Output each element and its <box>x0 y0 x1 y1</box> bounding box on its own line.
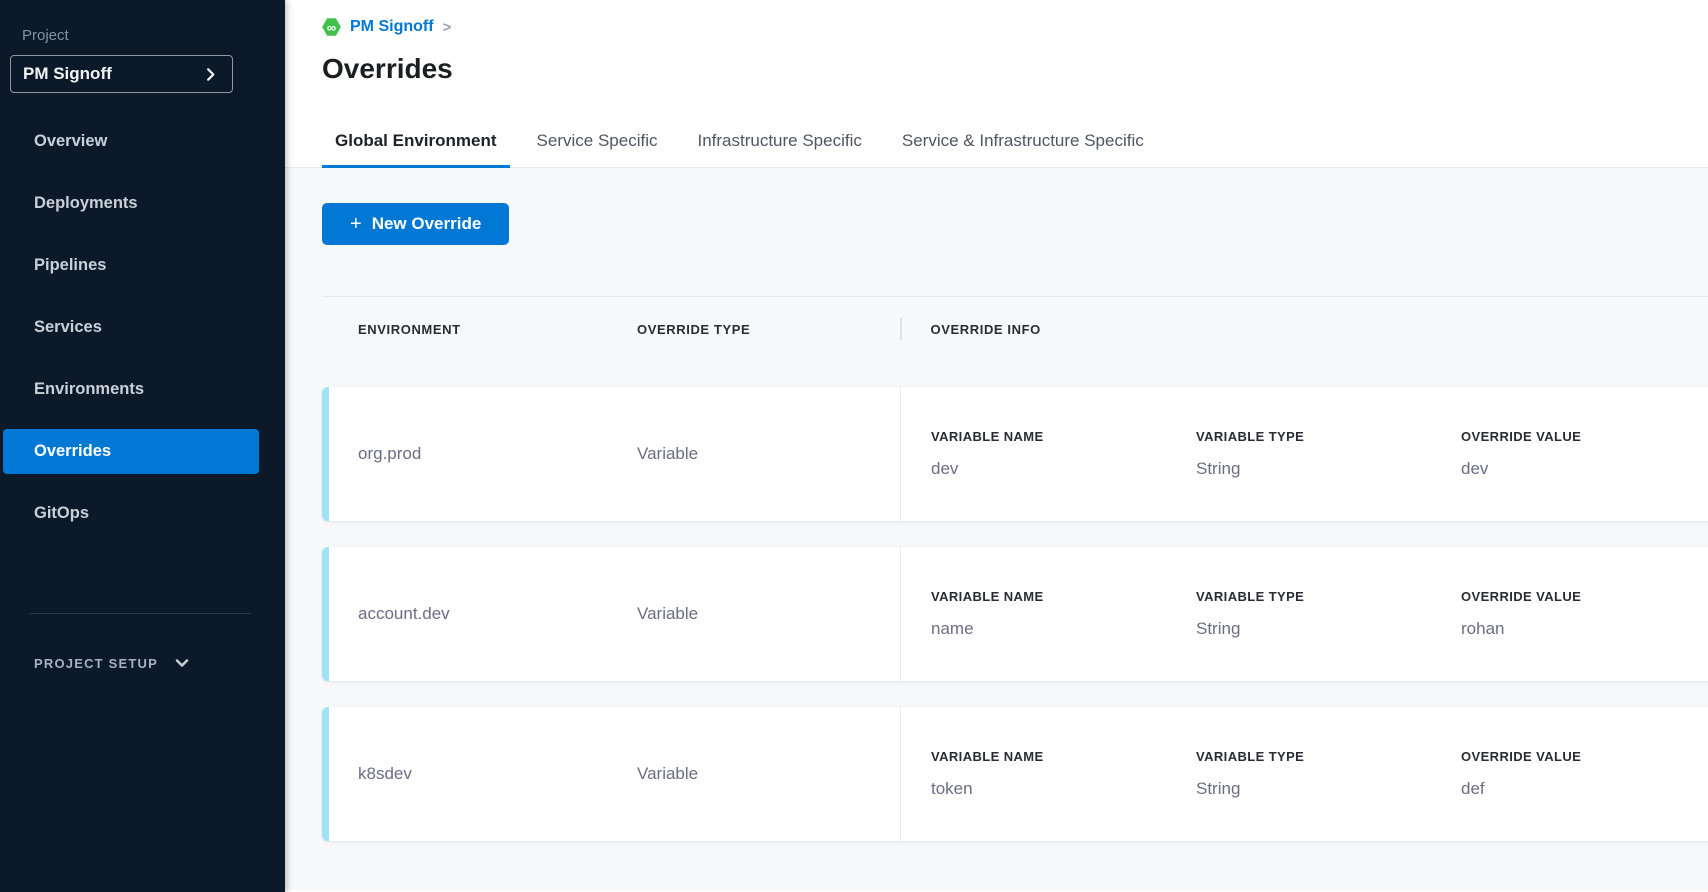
breadcrumb-separator: > <box>443 19 452 36</box>
project-setup-label: PROJECT SETUP <box>34 656 158 671</box>
variable-name-pair: VARIABLE NAME token <box>931 749 1196 799</box>
variable-name-pair: VARIABLE NAME name <box>931 589 1196 639</box>
sidebar-item-gitops[interactable]: GitOps <box>3 491 259 536</box>
row-environment: account.dev <box>358 547 637 681</box>
sidebar-item-overview[interactable]: Overview <box>3 119 259 164</box>
page-title: Overrides <box>322 51 1708 87</box>
overrides-row-list: org.prod Variable VARIABLE NAME dev VARI… <box>322 387 1708 841</box>
chevron-right-icon <box>203 67 218 82</box>
project-hexagon-icon: ∞ <box>322 18 341 37</box>
row-environment: org.prod <box>358 387 637 521</box>
override-value-pair: OVERRIDE VALUE def <box>1461 749 1708 799</box>
row-override-info: VARIABLE NAME name VARIABLE TYPE String … <box>900 547 1708 681</box>
sidebar-item-label: Pipelines <box>34 256 106 275</box>
project-setup-toggle[interactable]: PROJECT SETUP <box>3 655 259 671</box>
header-divider <box>900 318 902 340</box>
override-value-pair: OVERRIDE VALUE dev <box>1461 429 1708 479</box>
sidebar-item-label: GitOps <box>34 504 89 523</box>
variable-type-label: VARIABLE TYPE <box>1196 429 1461 444</box>
tab-infrastructure-specific[interactable]: Infrastructure Specific <box>684 131 874 168</box>
sidebar-item-pipelines[interactable]: Pipelines <box>3 243 259 288</box>
variable-type-value: String <box>1196 619 1461 639</box>
variable-type-label: VARIABLE TYPE <box>1196 749 1461 764</box>
row-override-info: VARIABLE NAME dev VARIABLE TYPE String O… <box>900 387 1708 521</box>
sidebar-divider <box>30 613 251 614</box>
chevron-down-icon <box>174 655 190 671</box>
variable-type-pair: VARIABLE TYPE String <box>1196 589 1461 639</box>
sidebar-item-label: Services <box>34 318 102 337</box>
row-override-type: Variable <box>637 707 900 841</box>
tab-service-specific[interactable]: Service Specific <box>524 131 671 168</box>
app-root: Project PM Signoff Overview Deployments … <box>0 0 1708 892</box>
column-header-override-info-group: OVERRIDE INFO <box>900 318 1708 340</box>
row-override-type: Variable <box>637 547 900 681</box>
override-value-label: OVERRIDE VALUE <box>1461 589 1708 604</box>
tab-panel-global-environment: + New Override ENVIRONMENT OVERRIDE TYPE… <box>285 168 1708 890</box>
breadcrumb: ∞ PM Signoff > <box>322 17 1708 37</box>
variable-name-value: name <box>931 619 1196 639</box>
override-value-value: dev <box>1461 459 1708 479</box>
table-row[interactable]: account.dev Variable VARIABLE NAME name … <box>322 547 1708 681</box>
sidebar-item-overrides[interactable]: Overrides <box>3 429 259 474</box>
override-value-pair: OVERRIDE VALUE rohan <box>1461 589 1708 639</box>
override-value-value: rohan <box>1461 619 1708 639</box>
plus-icon: + <box>350 214 362 234</box>
row-override-type: Variable <box>637 387 900 521</box>
column-header-override-info: OVERRIDE INFO <box>931 322 1041 337</box>
variable-name-value: dev <box>931 459 1196 479</box>
column-header-override-type: OVERRIDE TYPE <box>637 322 900 337</box>
project-selector[interactable]: PM Signoff <box>10 55 233 93</box>
variable-type-label: VARIABLE TYPE <box>1196 589 1461 604</box>
override-value-label: OVERRIDE VALUE <box>1461 749 1708 764</box>
sidebar-item-deployments[interactable]: Deployments <box>3 181 259 226</box>
sidebar-item-label: Deployments <box>34 194 138 213</box>
row-environment: k8sdev <box>358 707 637 841</box>
override-value-label: OVERRIDE VALUE <box>1461 429 1708 444</box>
breadcrumb-project-link[interactable]: PM Signoff <box>350 18 434 36</box>
new-override-button-label: New Override <box>372 214 482 234</box>
variable-name-pair: VARIABLE NAME dev <box>931 429 1196 479</box>
main-content: ∞ PM Signoff > Overrides Global Environm… <box>285 0 1708 892</box>
project-section-label: Project <box>0 0 285 44</box>
sidebar-nav: Overview Deployments Pipelines Services … <box>0 119 285 536</box>
new-override-button[interactable]: + New Override <box>322 203 509 245</box>
sidebar-item-services[interactable]: Services <box>3 305 259 350</box>
overrides-table-header: ENVIRONMENT OVERRIDE TYPE OVERRIDE INFO <box>322 296 1708 340</box>
sidebar-item-label: Environments <box>34 380 144 399</box>
column-header-environment: ENVIRONMENT <box>358 322 637 337</box>
sidebar: Project PM Signoff Overview Deployments … <box>0 0 285 892</box>
tab-bar: Global Environment Service Specific Infr… <box>285 131 1708 168</box>
variable-type-value: String <box>1196 779 1461 799</box>
tab-service-infrastructure-specific[interactable]: Service & Infrastructure Specific <box>889 131 1157 168</box>
table-row[interactable]: org.prod Variable VARIABLE NAME dev VARI… <box>322 387 1708 521</box>
override-value-value: def <box>1461 779 1708 799</box>
variable-type-value: String <box>1196 459 1461 479</box>
variable-name-value: token <box>931 779 1196 799</box>
project-selector-value: PM Signoff <box>23 64 112 84</box>
variable-name-label: VARIABLE NAME <box>931 749 1196 764</box>
page-header: ∞ PM Signoff > Overrides <box>285 0 1708 87</box>
tab-global-environment[interactable]: Global Environment <box>322 131 510 168</box>
table-row[interactable]: k8sdev Variable VARIABLE NAME token VARI… <box>322 707 1708 841</box>
sidebar-item-label: Overview <box>34 132 107 151</box>
variable-type-pair: VARIABLE TYPE String <box>1196 429 1461 479</box>
sidebar-item-environments[interactable]: Environments <box>3 367 259 412</box>
variable-type-pair: VARIABLE TYPE String <box>1196 749 1461 799</box>
variable-name-label: VARIABLE NAME <box>931 589 1196 604</box>
variable-name-label: VARIABLE NAME <box>931 429 1196 444</box>
row-override-info: VARIABLE NAME token VARIABLE TYPE String… <box>900 707 1708 841</box>
sidebar-item-label: Overrides <box>34 442 111 461</box>
